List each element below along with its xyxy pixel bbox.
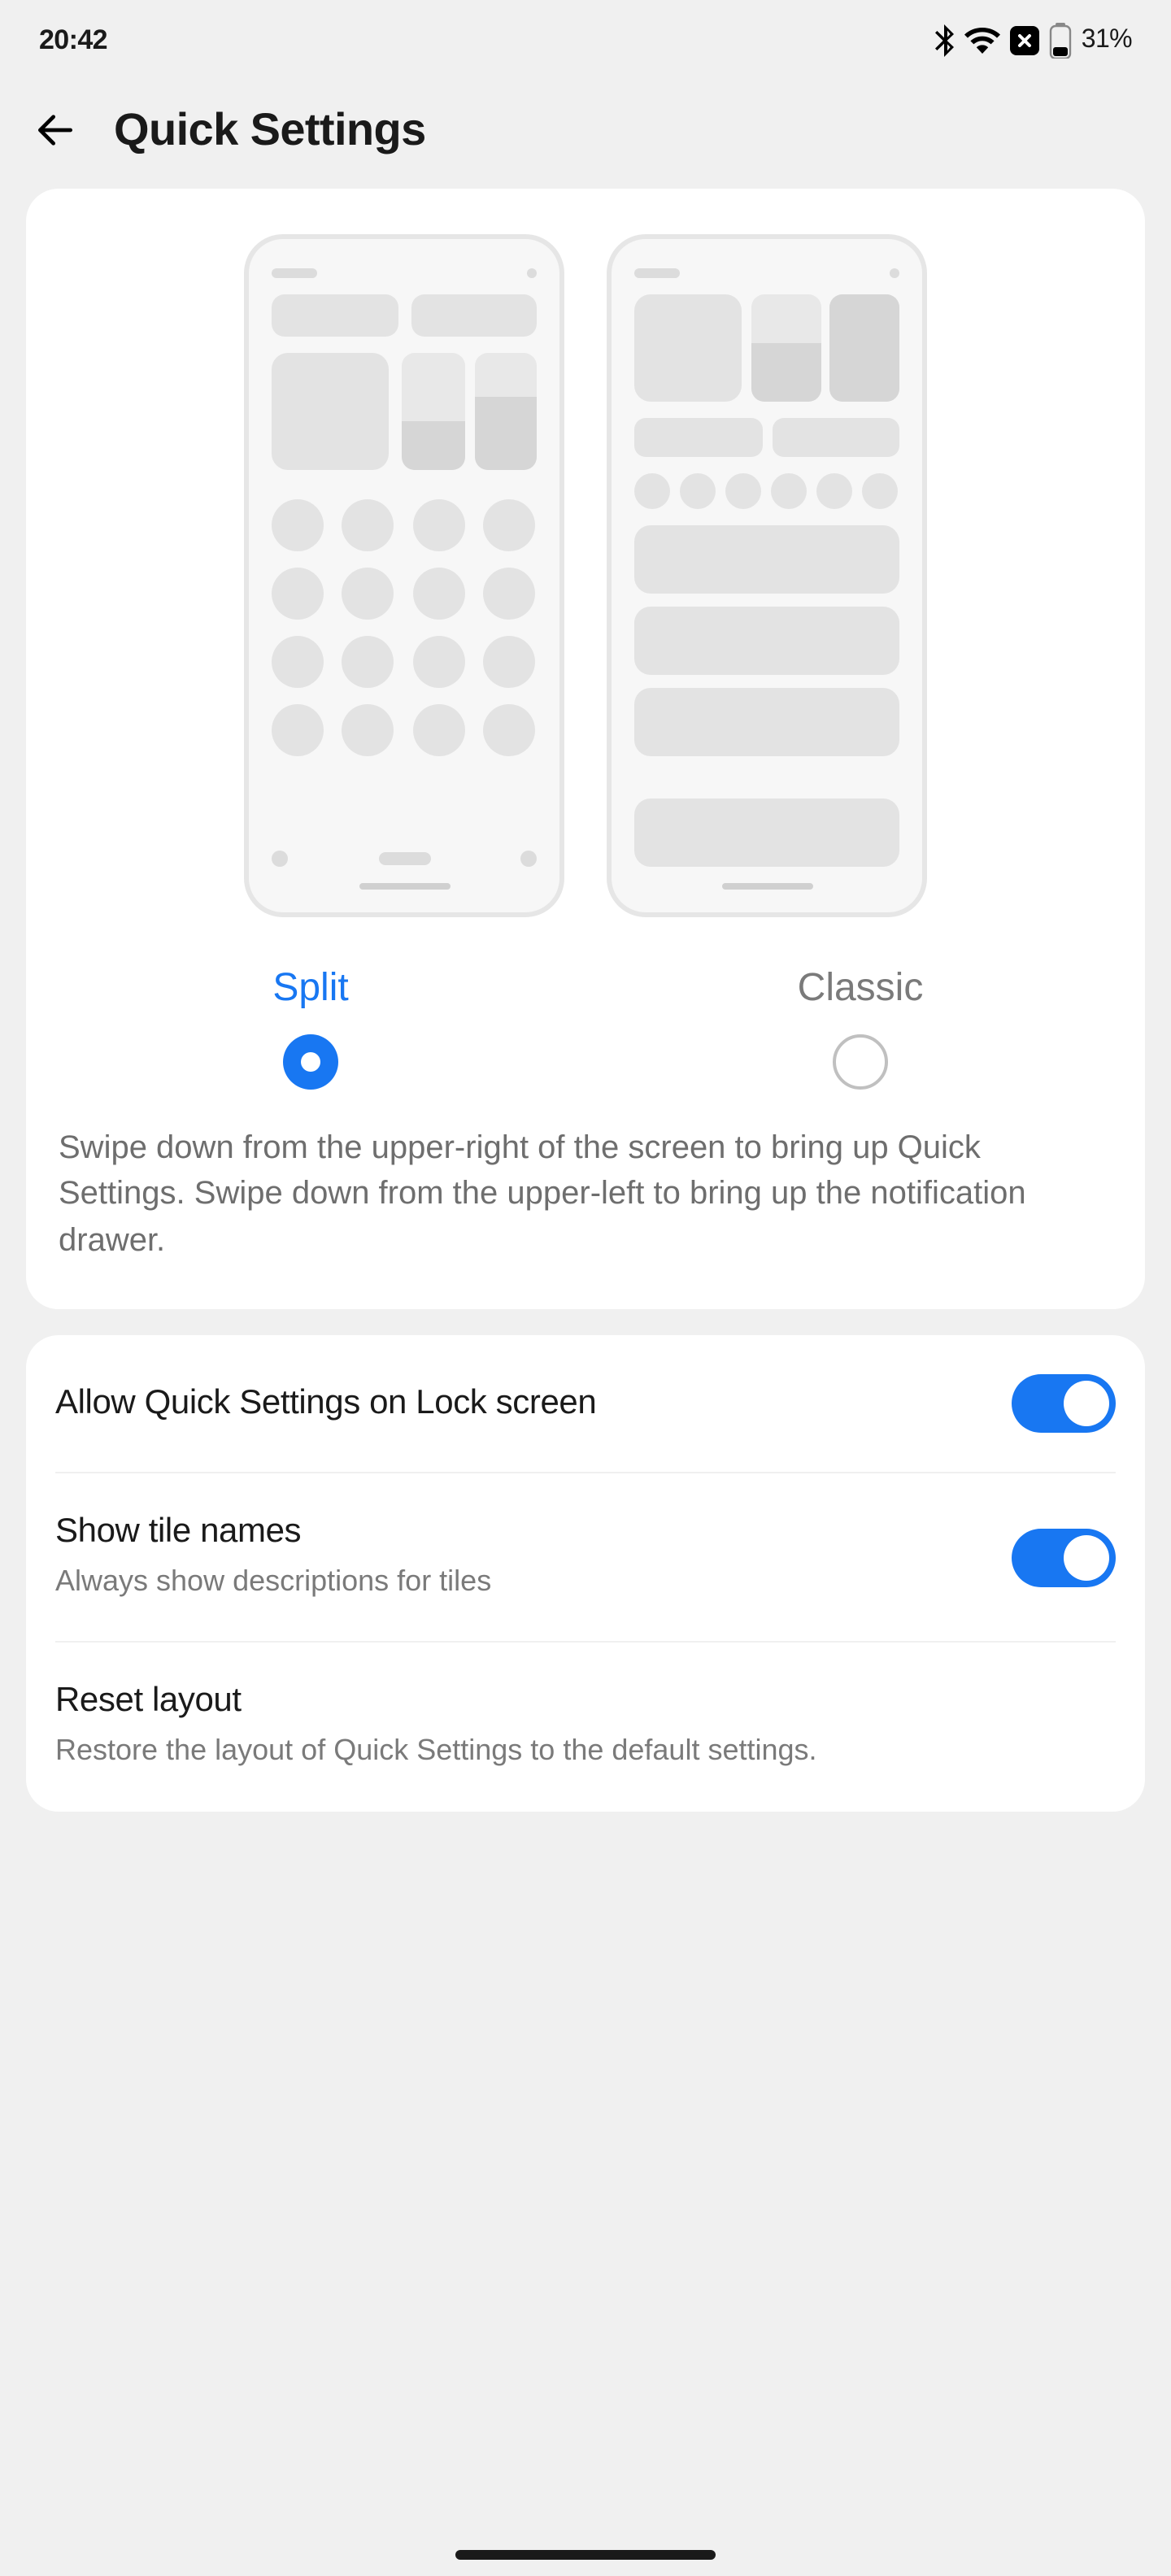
- page-title: Quick Settings: [114, 104, 426, 156]
- toggle-lock-screen[interactable]: [1012, 1374, 1116, 1433]
- option-split-label: Split: [272, 966, 348, 1012]
- layout-description: Swipe down from the upper-right of the s…: [52, 1125, 1119, 1264]
- setting-tile-names[interactable]: Show tile names Always show descriptions…: [26, 1473, 1145, 1641]
- radio-classic[interactable]: [833, 1034, 888, 1090]
- battery-percentage: 31%: [1082, 26, 1132, 55]
- option-classic-label: Classic: [798, 966, 924, 1012]
- status-time: 20:42: [39, 24, 107, 57]
- layout-selection-card: Split Classic Swipe down from the upper-…: [26, 189, 1145, 1309]
- page-header: Quick Settings: [0, 75, 1171, 189]
- setting-reset-layout[interactable]: Reset layout Restore the layout of Quick…: [26, 1643, 1145, 1811]
- back-icon[interactable]: [33, 107, 78, 153]
- bluetooth-icon: [935, 24, 955, 57]
- setting-reset-subtitle: Restore the layout of Quick Settings to …: [55, 1731, 1116, 1772]
- toggle-tile-names[interactable]: [1012, 1529, 1116, 1587]
- setting-lock-screen[interactable]: Allow Quick Settings on Lock screen: [26, 1335, 1145, 1472]
- radio-split[interactable]: [283, 1034, 338, 1090]
- battery-icon: [1049, 23, 1072, 59]
- setting-reset-title: Reset layout: [55, 1682, 1116, 1721]
- status-bar: 20:42 31%: [0, 0, 1171, 75]
- close-box-icon: [1010, 26, 1039, 55]
- setting-tile-names-subtitle: Always show descriptions for tiles: [55, 1561, 986, 1602]
- setting-lock-screen-title: Allow Quick Settings on Lock screen: [55, 1384, 986, 1423]
- option-classic[interactable]: Classic: [602, 966, 1119, 1090]
- classic-preview[interactable]: [607, 234, 927, 917]
- split-preview[interactable]: [244, 234, 564, 917]
- settings-card: Allow Quick Settings on Lock screen Show…: [26, 1335, 1145, 1811]
- layout-previews: [52, 234, 1119, 917]
- status-icons: 31%: [935, 23, 1132, 59]
- option-split[interactable]: Split: [52, 966, 569, 1090]
- setting-tile-names-title: Show tile names: [55, 1512, 986, 1551]
- home-indicator[interactable]: [455, 2550, 716, 2560]
- wifi-icon: [964, 28, 1000, 54]
- layout-options: Split Classic: [52, 966, 1119, 1090]
